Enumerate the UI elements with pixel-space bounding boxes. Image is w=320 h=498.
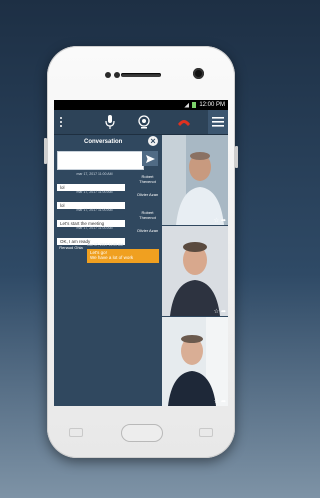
front-camera	[193, 68, 204, 79]
message-sender: Robert Thevenot	[139, 174, 156, 184]
message-timestamp: mar 17, 2017 11:00 AM	[76, 172, 113, 176]
send-icon	[145, 154, 155, 163]
power-button	[235, 146, 238, 168]
message-timestamp: mar 17, 2017 11:00 AM	[76, 226, 113, 230]
conversation-header: Conversation ×	[54, 135, 162, 149]
message-sender: Renaud Ghia	[59, 245, 83, 250]
back-button[interactable]	[199, 428, 213, 437]
battery-icon	[192, 102, 197, 108]
message-item-outgoing: mar 17, 2017 11:00 AM Renaud Ghia Let's …	[57, 243, 162, 265]
volume-button	[44, 138, 47, 164]
sensor-dots	[105, 72, 120, 78]
video-tile[interactable]: ☆ ➦	[162, 317, 228, 406]
share-icon[interactable]: ➦	[221, 398, 226, 405]
status-bar: 12:00 PM	[54, 100, 228, 110]
microphone-icon[interactable]	[102, 110, 118, 134]
camera-icon[interactable]	[136, 110, 152, 134]
video-tile[interactable]: ☆ ➦	[162, 135, 228, 225]
video-tile[interactable]: ☆ ➦	[162, 226, 228, 316]
hang-up-icon[interactable]	[174, 110, 194, 134]
app-screen: 12:00 PM Conversation × mar 17, 2017 11:…	[54, 100, 228, 406]
message-timestamp: mar 17, 2017 11:00 AM	[76, 208, 113, 212]
message-input[interactable]	[57, 151, 144, 170]
tile-controls: ☆ ➦	[214, 398, 226, 405]
participant-video	[162, 226, 228, 316]
signal-icon	[184, 102, 190, 108]
more-vert-icon[interactable]	[56, 110, 66, 134]
star-icon[interactable]: ☆	[214, 398, 219, 405]
star-icon[interactable]: ☆	[214, 308, 219, 315]
message-text: Let's go! We have a lot of work	[87, 249, 159, 263]
call-toolbar	[54, 110, 228, 135]
hamburger-menu-icon[interactable]	[208, 110, 228, 134]
tile-controls: ☆ ➦	[214, 308, 226, 315]
recent-apps-button[interactable]	[69, 428, 83, 437]
home-button[interactable]	[121, 424, 163, 442]
send-button[interactable]	[142, 151, 158, 166]
message-sender: Olivier Azan	[136, 192, 159, 197]
share-icon[interactable]: ➦	[221, 308, 226, 315]
participant-video	[162, 135, 228, 225]
status-time: 12:00 PM	[199, 102, 225, 108]
message-sender: Olivier Azan	[136, 228, 159, 233]
star-icon[interactable]: ☆	[214, 217, 219, 224]
message-timestamp: mar 17, 2017 11:00 AM	[87, 243, 124, 247]
earpiece-speaker	[121, 73, 161, 77]
conversation-panel: Conversation × mar 17, 2017 11:00 AM lol…	[54, 135, 162, 406]
message-sender: Robert Thevenot	[139, 210, 156, 220]
video-tiles: ☆ ➦ ☆ ➦ ☆ ➦	[162, 135, 228, 406]
close-icon[interactable]: ×	[148, 136, 158, 146]
participant-video	[162, 317, 228, 406]
conversation-title: Conversation	[84, 139, 123, 145]
message-timestamp: mar 17, 2017 11:00 AM	[76, 190, 113, 194]
phone-frame: 12:00 PM Conversation × mar 17, 2017 11:…	[44, 46, 238, 458]
tile-controls: ☆ ➦	[214, 217, 226, 224]
share-icon[interactable]: ➦	[221, 217, 226, 224]
